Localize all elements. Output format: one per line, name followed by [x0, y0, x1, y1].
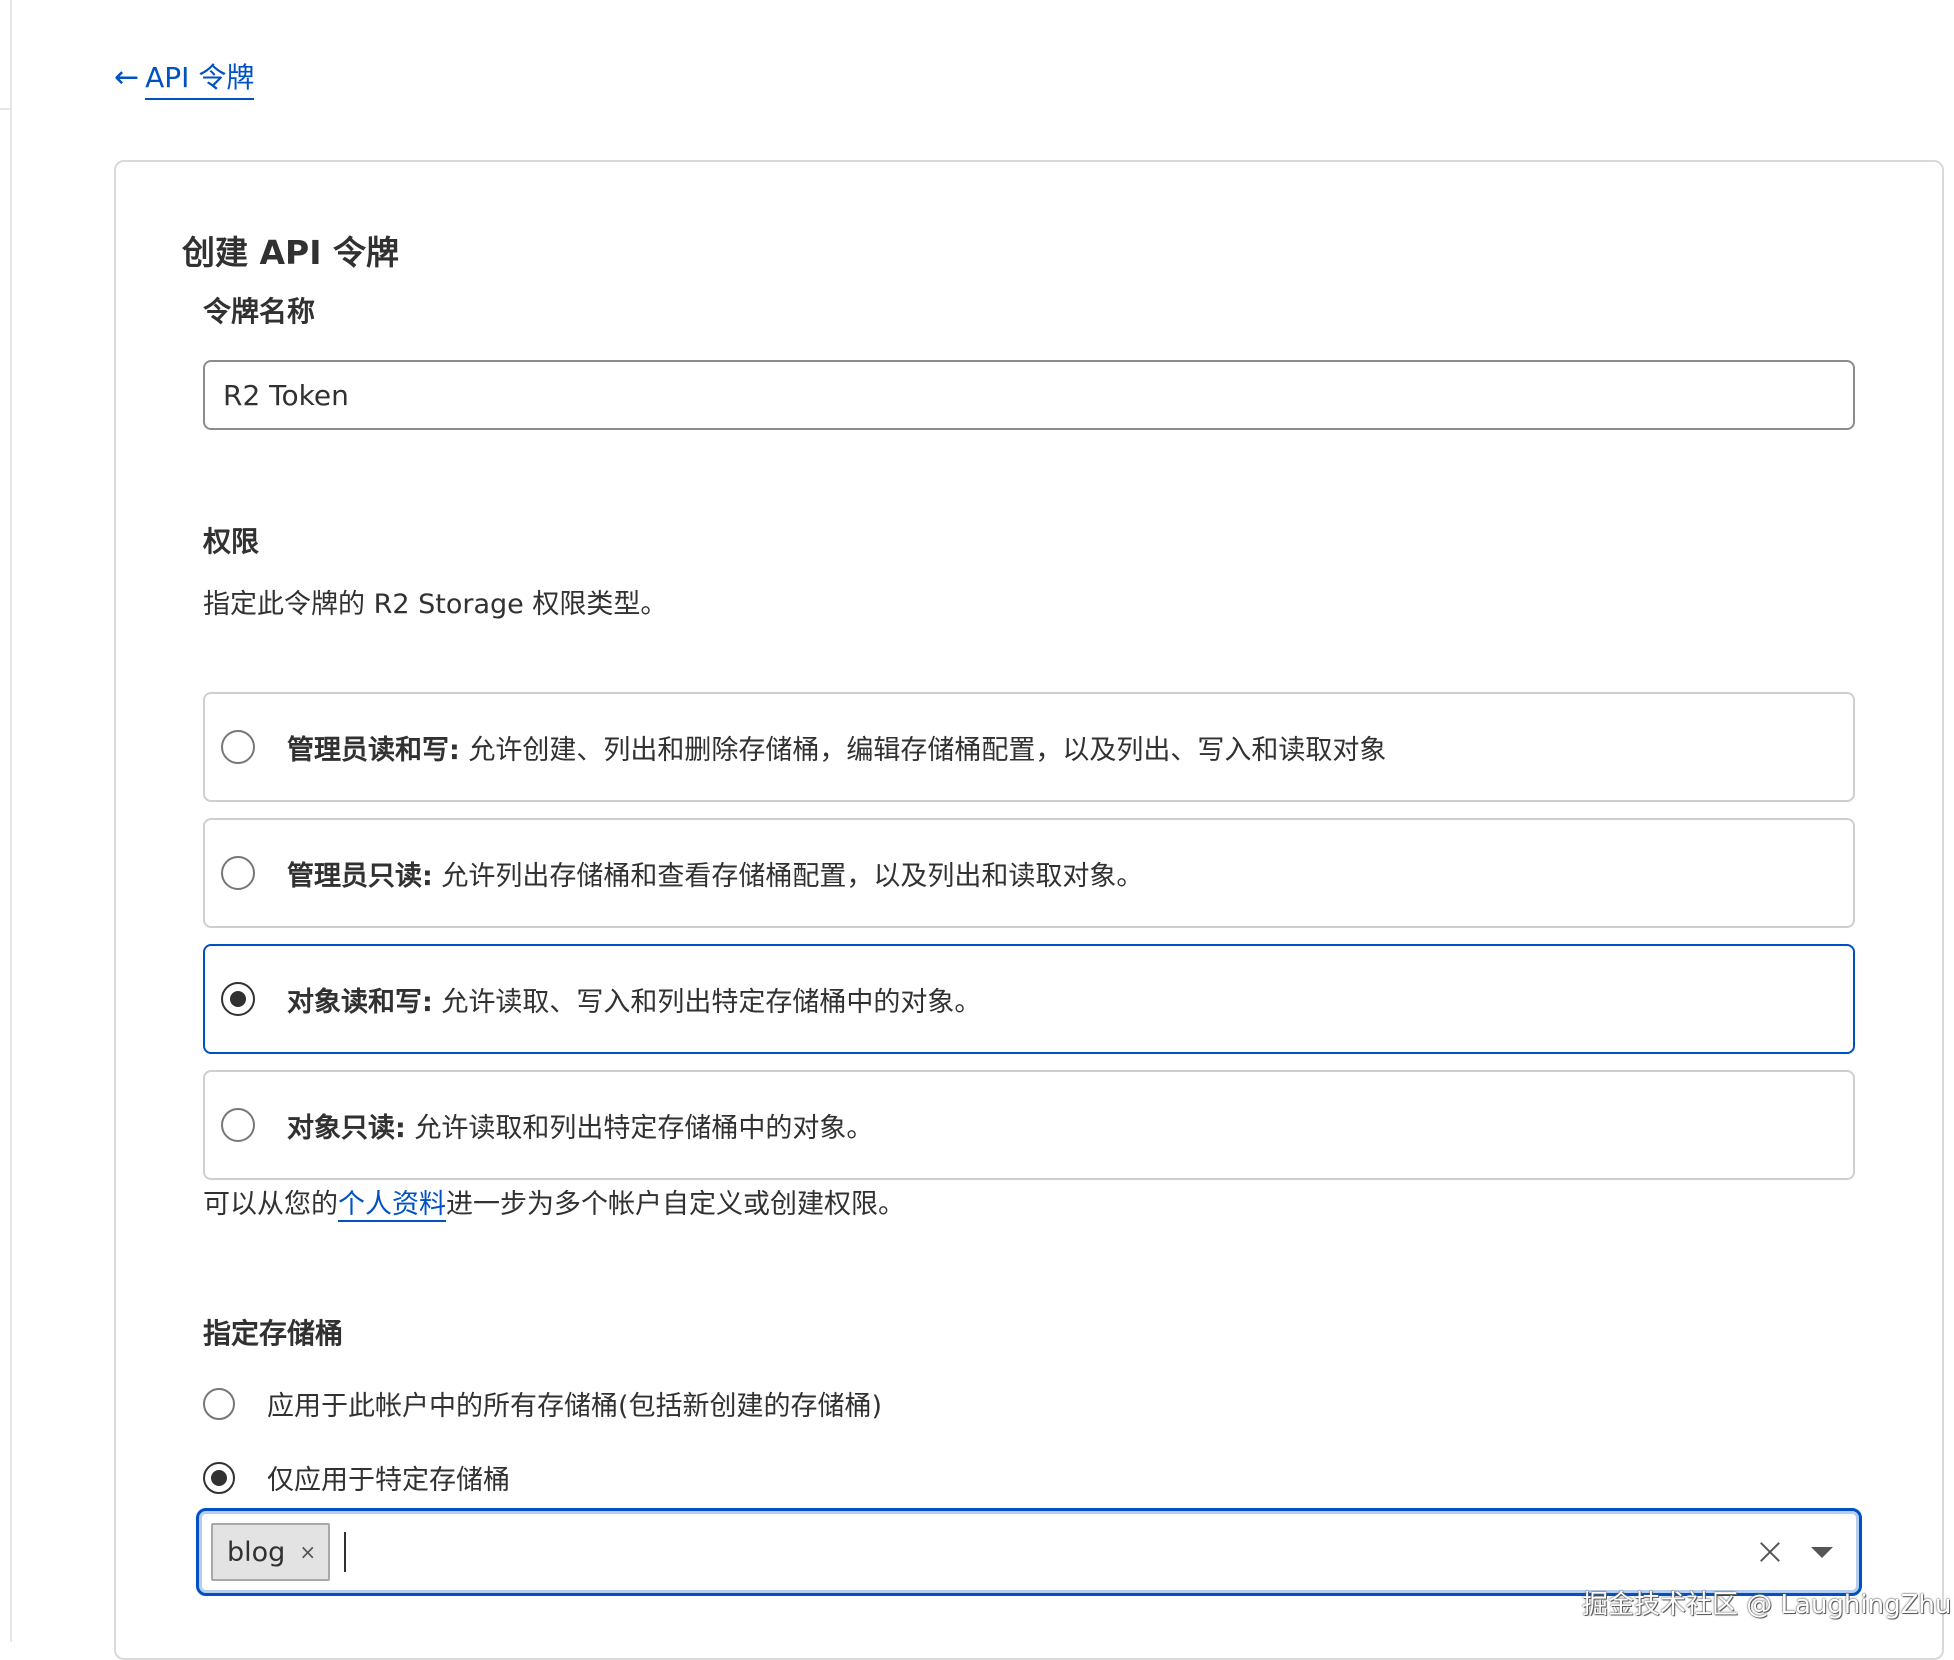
permission-option-title: 对象读和写:: [287, 986, 433, 1018]
back-link-label: API 令牌: [145, 56, 255, 100]
permission-option-desc: 允许列出存储桶和查看存储桶配置，以及列出和读取对象。: [432, 860, 1144, 892]
radio-button[interactable]: [203, 1387, 235, 1420]
page-title: 创建 API 令牌: [182, 233, 399, 272]
permission-option-title: 管理员只读:: [287, 860, 433, 892]
back-to-api-tokens-link[interactable]: ← API 令牌: [114, 56, 255, 100]
permission-option-object-read-write[interactable]: 对象读和写: 允许读取、写入和列出特定存储桶中的对象。: [203, 944, 1855, 1054]
permissions-description: 指定此令牌的 R2 Storage 权限类型。: [203, 589, 668, 620]
note-prefix: 可以从您的: [203, 1189, 338, 1220]
permission-option-text: 管理员只读: 允许列出存储桶和查看存储桶配置，以及列出和读取对象。: [287, 854, 1143, 893]
permission-option-object-read-only[interactable]: 对象只读: 允许读取和列出特定存储桶中的对象。: [203, 1070, 1855, 1180]
permission-option-desc: 允许读取、写入和列出特定存储桶中的对象。: [432, 986, 982, 1018]
radio-button[interactable]: [221, 1108, 255, 1142]
left-divider: [10, 0, 12, 1642]
chevron-down-icon[interactable]: [1811, 1546, 1833, 1558]
bucket-search-input[interactable]: [344, 1532, 1755, 1572]
permission-option-desc: 允许创建、列出和删除存储桶，编辑存储桶配置，以及列出、写入和读取对象: [459, 734, 1387, 766]
token-name-label: 令牌名称: [203, 295, 316, 328]
permission-option-desc: 允许读取和列出特定存储桶中的对象。: [405, 1112, 874, 1144]
permission-option-text: 管理员读和写: 允许创建、列出和删除存储桶，编辑存储桶配置，以及列出、写入和读取…: [287, 728, 1386, 767]
radio-button[interactable]: [221, 730, 255, 764]
radio-button[interactable]: [221, 856, 255, 890]
radio-button-checked[interactable]: [221, 982, 255, 1016]
watermark: 掘金技术社区 @ LaughingZhu: [1582, 1590, 1952, 1620]
bucket-choice-specific[interactable]: 仅应用于特定存储桶: [203, 1458, 510, 1497]
bucket-tag-label: blog: [227, 1536, 286, 1568]
permissions-heading: 权限: [203, 525, 260, 558]
permission-option-admin-read-only[interactable]: 管理员只读: 允许列出存储桶和查看存储桶配置，以及列出和读取对象。: [203, 818, 1855, 928]
permission-option-text: 对象读和写: 允许读取、写入和列出特定存储桶中的对象。: [287, 980, 981, 1019]
clear-selection-icon[interactable]: [1755, 1537, 1785, 1567]
bucket-choice-all-label: 应用于此帐户中的所有存储桶(包括新创建的存储桶): [267, 1391, 883, 1422]
bucket-multiselect[interactable]: blog ×: [196, 1508, 1862, 1596]
token-name-input[interactable]: [203, 360, 1855, 430]
profile-permissions-note: 可以从您的个人资料进一步为多个帐户自定义或创建权限。: [203, 1182, 905, 1222]
bucket-choice-specific-label: 仅应用于特定存储桶: [267, 1465, 510, 1496]
bucket-tag: blog ×: [211, 1523, 331, 1581]
left-divider-tick: [0, 108, 10, 110]
permission-option-title: 管理员读和写:: [287, 734, 460, 766]
back-arrow-icon: ←: [114, 60, 140, 95]
permission-option-text: 对象只读: 允许读取和列出特定存储桶中的对象。: [287, 1106, 873, 1145]
create-token-card: 创建 API 令牌 令牌名称 权限 指定此令牌的 R2 Storage 权限类型…: [114, 160, 1944, 1660]
profile-link[interactable]: 个人资料: [338, 1189, 446, 1222]
permission-option-admin-read-write[interactable]: 管理员读和写: 允许创建、列出和删除存储桶，编辑存储桶配置，以及列出、写入和读取…: [203, 692, 1855, 802]
note-suffix: 进一步为多个帐户自定义或创建权限。: [446, 1189, 905, 1220]
bucket-scope-heading: 指定存储桶: [203, 1317, 344, 1350]
radio-button-checked[interactable]: [203, 1461, 235, 1494]
bucket-choice-all[interactable]: 应用于此帐户中的所有存储桶(包括新创建的存储桶): [203, 1384, 882, 1423]
permission-option-title: 对象只读:: [287, 1112, 406, 1144]
tag-remove-icon[interactable]: ×: [299, 1540, 316, 1564]
